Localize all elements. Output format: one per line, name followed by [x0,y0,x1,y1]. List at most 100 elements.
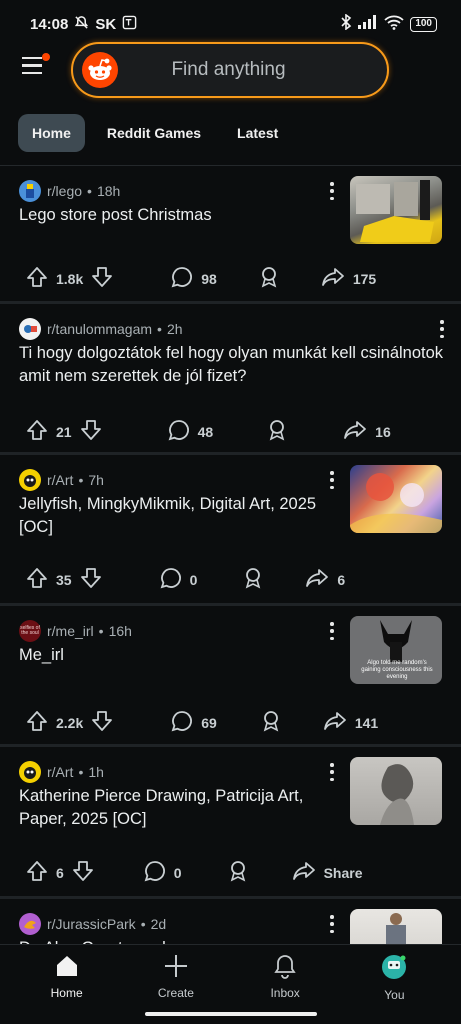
share-icon [343,419,367,444]
comment-icon [168,419,190,444]
upvote-icon[interactable] [26,710,48,735]
more-options-icon[interactable] [329,182,335,200]
tab-home[interactable]: Home [18,114,85,152]
downvote-icon[interactable] [72,860,94,885]
vote-count: 35 [56,571,72,588]
bottom-navigation: Home Create Inbox You [0,944,461,1024]
post-thumbnail[interactable] [350,757,442,825]
post-card[interactable]: r/Art • 7h Jellyfish, MingkyMikmik, Digi… [0,455,461,606]
share-count: 6 [337,571,346,588]
post-title[interactable]: Lego store post Christmas [19,204,329,227]
downvote-icon[interactable] [80,567,102,592]
search-bar[interactable]: Find anything [71,42,389,98]
more-options-icon[interactable] [439,320,445,338]
vote-group: 21 [26,419,102,444]
tab-latest[interactable]: Latest [223,114,292,152]
award-button[interactable] [267,419,287,444]
vote-count: 6 [56,864,64,881]
share-button[interactable]: 141 [323,710,378,735]
subreddit-name[interactable]: r/Art [47,764,73,780]
vote-count: 21 [56,423,72,440]
share-icon [305,567,329,592]
more-options-icon[interactable] [329,622,335,640]
post-meta: r/Art • 1h [19,761,104,783]
share-count: 175 [352,270,377,287]
upvote-icon[interactable] [26,266,48,291]
reddit-logo-icon [82,52,118,88]
thumbnail-caption: Algo told me random's gaining consciousn… [361,660,433,680]
home-indicator [145,1012,317,1016]
post-card[interactable]: r/Art • 1h Katherine Pierce Drawing, Pat… [0,747,461,899]
vote-group: 6 [26,860,94,885]
more-options-icon[interactable] [329,763,335,781]
nav-inbox-label: Inbox [270,986,300,1000]
status-time: 14:08 [30,15,69,33]
award-button[interactable] [259,266,279,291]
share-count: 16 [375,423,391,440]
award-icon [259,266,279,291]
award-icon [243,567,263,592]
post-age: 18h [96,183,121,199]
subreddit-name[interactable]: r/tanulommagam [47,321,152,337]
share-button[interactable]: 6 [305,567,345,592]
wifi-icon [384,15,404,34]
post-thumbnail[interactable] [350,176,442,244]
comments-button[interactable]: 0 [160,567,198,592]
downvote-icon[interactable] [91,710,113,735]
post-feed: r/lego • 18h Lego store post Christmas 1… [0,166,461,1019]
downvote-icon[interactable] [80,419,102,444]
nav-home-label: Home [50,986,83,1000]
share-icon [323,710,347,735]
subreddit-name[interactable]: r/Art [47,472,73,488]
comments-button[interactable]: 69 [171,710,217,735]
post-meta: r/lego • 18h [19,180,120,202]
post-actions: 2.2k 69 141 [26,710,378,735]
nav-home[interactable]: Home [27,945,107,1024]
post-title[interactable]: Katherine Pierce Drawing, Patricija Art,… [19,785,329,831]
subreddit-name[interactable]: r/me_irl [47,623,94,639]
post-thumbnail[interactable]: Algo told me random's gaining consciousn… [350,616,442,684]
comment-count: 0 [189,571,198,588]
award-button[interactable] [243,567,263,592]
share-button[interactable]: Share [292,860,363,885]
post-card[interactable]: r/lego • 18h Lego store post Christmas 1… [0,166,461,304]
award-button[interactable] [228,860,248,885]
upvote-icon[interactable] [26,860,48,885]
notification-dot [42,53,50,61]
tab-reddit-games[interactable]: Reddit Games [93,114,215,152]
comment-icon [144,860,166,885]
post-card[interactable]: r/tanulommagam • 2h Ti hogy dolgoztátok … [0,304,461,455]
upvote-icon[interactable] [26,567,48,592]
nav-you[interactable]: You [354,945,434,1024]
search-input[interactable]: Find anything [118,59,339,81]
more-options-icon[interactable] [329,471,335,489]
comment-count: 0 [173,864,182,881]
home-icon [54,953,80,982]
menu-button[interactable] [22,53,50,79]
comment-icon [160,567,182,592]
bluetooth-icon [340,13,352,34]
post-age: 16h [108,623,132,639]
share-button[interactable]: 175 [321,266,376,291]
comments-button[interactable]: 48 [168,419,214,444]
comments-button[interactable]: 98 [171,266,217,291]
post-thumbnail[interactable] [350,465,442,533]
award-button[interactable] [261,710,281,735]
post-meta: selfies of the soul r/me_irl • 16h [19,620,132,642]
post-title[interactable]: Ti hogy dolgoztátok fel hogy olyan munká… [19,342,447,388]
comment-count: 69 [201,714,217,731]
downvote-icon[interactable] [91,266,113,291]
comment-count: 48 [197,423,214,440]
upvote-icon[interactable] [26,419,48,444]
subreddit-name[interactable]: r/lego [47,183,82,199]
comments-button[interactable]: 0 [144,860,182,885]
more-options-icon[interactable] [329,915,335,933]
post-card[interactable]: selfies of the soul r/me_irl • 16h Me_ir… [0,606,461,747]
post-title[interactable]: Me_irl [19,644,329,667]
subreddit-name[interactable]: r/JurassicPark [47,916,136,932]
share-button[interactable]: 16 [343,419,391,444]
comment-icon [171,266,193,291]
post-title[interactable]: Jellyfish, MingkyMikmik, Digital Art, 20… [19,493,329,539]
post-actions: 21 48 16 [26,419,391,444]
plus-icon [163,953,189,982]
